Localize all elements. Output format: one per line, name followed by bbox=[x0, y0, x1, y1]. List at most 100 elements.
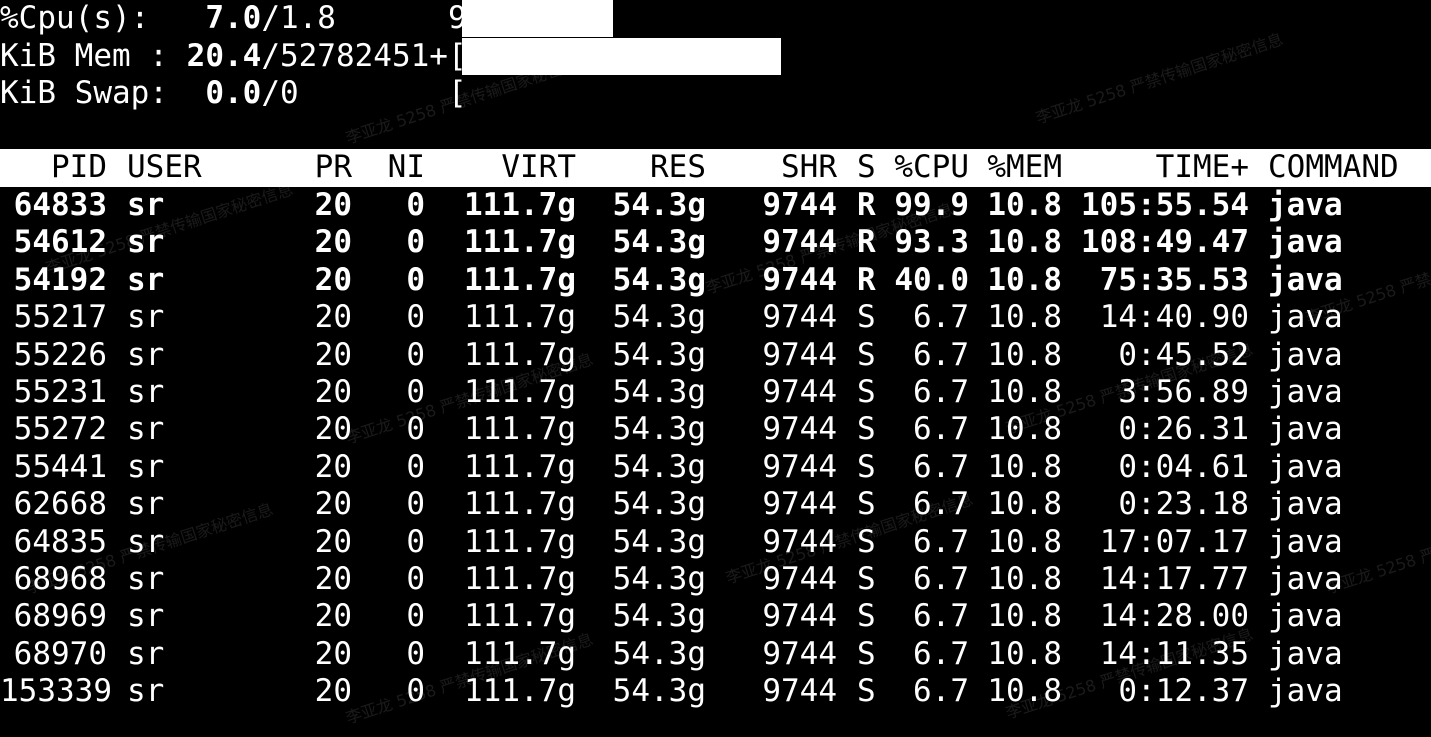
res-cell: 54.3g bbox=[612, 374, 706, 410]
user-cell: sr bbox=[127, 523, 165, 560]
cpu-cell: 6.7 bbox=[913, 635, 969, 672]
cpu-label: %Cpu(s): bbox=[0, 0, 150, 36]
mem-cell: 10.8 bbox=[987, 598, 1062, 635]
state-cell: S bbox=[857, 523, 876, 560]
res-cell: 54.3g bbox=[612, 635, 706, 672]
pid-cell: 153339 bbox=[0, 673, 112, 710]
process-row[interactable]: 54192 sr 20 0 111.7g 54.3g 9744 R 40.0 10.8 75:35.… bbox=[0, 262, 1431, 300]
col-command[interactable]: COMMAND bbox=[1268, 149, 1399, 187]
shr-cell: 9744 bbox=[762, 673, 837, 710]
ni-cell: 0 bbox=[406, 635, 425, 672]
swap-summary-line: KiB Swap: 0.0/0 [ bbox=[0, 75, 467, 113]
cpu-cell: 99.9 bbox=[894, 187, 969, 223]
process-row[interactable]: 64835 sr 20 0 111.7g 54.3g 9744 S 6.7 10.8 17:07.1… bbox=[0, 524, 1431, 562]
process-row[interactable]: 55217 sr 20 0 111.7g 54.3g 9744 S 6.7 10.8 14:40.9… bbox=[0, 299, 1431, 337]
pr-cell: 20 bbox=[314, 673, 352, 710]
process-row[interactable]: 55272 sr 20 0 111.7g 54.3g 9744 S 6.7 10.8 0:26.31… bbox=[0, 411, 1431, 449]
virt-cell: 111.7g bbox=[464, 224, 576, 261]
user-cell: sr bbox=[127, 561, 165, 597]
mem-cell: 10.8 bbox=[987, 673, 1062, 710]
res-cell: 54.3g bbox=[612, 561, 706, 597]
command-cell: java bbox=[1268, 187, 1343, 223]
col-pr[interactable]: PR bbox=[290, 149, 352, 187]
res-cell: 54.3g bbox=[612, 598, 706, 635]
col-time[interactable]: TIME+ bbox=[1075, 149, 1249, 187]
state-cell: S bbox=[857, 448, 876, 485]
command-cell: java bbox=[1268, 486, 1343, 523]
mem-cell: 10.8 bbox=[987, 561, 1062, 597]
mem-cell: 10.8 bbox=[987, 448, 1062, 485]
virt-cell: 111.7g bbox=[464, 486, 576, 523]
shr-cell: 9744 bbox=[762, 411, 837, 448]
pr-cell: 20 bbox=[314, 598, 352, 635]
virt-cell: 111.7g bbox=[464, 598, 576, 635]
res-cell: 54.3g bbox=[612, 299, 706, 336]
swap-used-value: 0.0 bbox=[205, 75, 262, 111]
col-virt[interactable]: VIRT bbox=[440, 149, 576, 187]
process-row[interactable]: 153339 sr 20 0 111.7g 54.3g 9744 S 6.7 10.8 0:12.3… bbox=[0, 673, 1431, 711]
process-row[interactable]: 55226 sr 20 0 111.7g 54.3g 9744 S 6.7 10.8 0:45.52… bbox=[0, 337, 1431, 375]
process-row[interactable]: 68969 sr 20 0 111.7g 54.3g 9744 S 6.7 10.8 14:28.0… bbox=[0, 598, 1431, 636]
col-ni[interactable]: NI bbox=[370, 149, 425, 187]
res-cell: 54.3g bbox=[612, 523, 706, 560]
ni-cell: 0 bbox=[406, 374, 425, 410]
state-cell: R bbox=[857, 224, 876, 261]
pid-cell: 55272 bbox=[13, 411, 107, 448]
pr-cell: 20 bbox=[314, 187, 352, 223]
pr-cell: 20 bbox=[314, 261, 352, 298]
mem-cell: 10.8 bbox=[987, 523, 1062, 560]
ni-cell: 0 bbox=[406, 561, 425, 597]
user-cell: sr bbox=[127, 448, 165, 485]
pid-cell: 68968 bbox=[13, 561, 107, 597]
col-cpu[interactable]: %CPU bbox=[885, 149, 969, 187]
command-cell: java bbox=[1268, 448, 1343, 485]
process-row[interactable]: 62668 sr 20 0 111.7g 54.3g 9744 S 6.7 10.8 0:23.18… bbox=[0, 486, 1431, 524]
col-pid[interactable]: PID bbox=[0, 149, 107, 187]
col-mem[interactable]: %MEM bbox=[980, 149, 1062, 187]
swap-bracket: [ bbox=[447, 75, 467, 111]
virt-cell: 111.7g bbox=[464, 411, 576, 448]
user-cell: sr bbox=[127, 224, 165, 261]
process-row[interactable]: 55441 sr 20 0 111.7g 54.3g 9744 S 6.7 10.8 0:04.61… bbox=[0, 449, 1431, 487]
virt-cell: 111.7g bbox=[464, 448, 576, 485]
state-cell: S bbox=[857, 561, 876, 597]
user-cell: sr bbox=[127, 336, 165, 373]
res-cell: 54.3g bbox=[612, 261, 706, 298]
time-cell: 17:07.17 bbox=[1099, 523, 1249, 560]
cpu-cell: 6.7 bbox=[913, 299, 969, 336]
process-row[interactable]: 54612 sr 20 0 111.7g 54.3g 9744 R 93.3 10.8 108:49… bbox=[0, 224, 1431, 262]
pid-cell: 68969 bbox=[13, 598, 107, 635]
process-row[interactable]: 64833 sr 20 0 111.7g 54.3g 9744 R 99.9 10.8 105:55… bbox=[0, 187, 1431, 225]
res-cell: 54.3g bbox=[612, 336, 706, 373]
state-cell: S bbox=[857, 635, 876, 672]
process-row[interactable]: 55231 sr 20 0 111.7g 54.3g 9744 S 6.7 10.8 3:56.89… bbox=[0, 374, 1431, 412]
swap-label: KiB Swap: bbox=[0, 75, 168, 111]
pid-cell: 54612 bbox=[13, 224, 107, 261]
ni-cell: 0 bbox=[406, 224, 425, 261]
swap-total-value: /0 bbox=[261, 75, 299, 111]
virt-cell: 111.7g bbox=[464, 336, 576, 373]
ni-cell: 0 bbox=[406, 486, 425, 523]
pid-cell: 64833 bbox=[13, 187, 107, 223]
time-cell: 0:12.37 bbox=[1118, 673, 1249, 710]
cpu-cell: 6.7 bbox=[913, 374, 969, 410]
col-shr[interactable]: SHR bbox=[720, 149, 837, 187]
process-row[interactable]: 68970 sr 20 0 111.7g 54.3g 9744 S 6.7 10.8 14:11.3… bbox=[0, 636, 1431, 674]
ni-cell: 0 bbox=[406, 261, 425, 298]
state-cell: R bbox=[857, 261, 876, 298]
col-state[interactable]: S bbox=[857, 149, 876, 187]
shr-cell: 9744 bbox=[762, 486, 837, 523]
shr-cell: 9744 bbox=[762, 187, 837, 223]
cpu-cell: 6.7 bbox=[913, 448, 969, 485]
pr-cell: 20 bbox=[314, 374, 352, 410]
cpu-cell: 6.7 bbox=[913, 486, 969, 523]
col-user[interactable]: USER bbox=[127, 149, 202, 187]
pr-cell: 20 bbox=[314, 336, 352, 373]
time-cell: 14:40.90 bbox=[1099, 299, 1249, 336]
state-cell: S bbox=[857, 411, 876, 448]
state-cell: S bbox=[857, 299, 876, 336]
pr-cell: 20 bbox=[314, 561, 352, 597]
process-table-header: PID USER PR NI VIRT RES SHR S %CPU %MEM … bbox=[0, 149, 1431, 187]
process-row[interactable]: 68968 sr 20 0 111.7g 54.3g 9744 S 6.7 10.8 14:17.7… bbox=[0, 561, 1431, 599]
col-res[interactable]: RES bbox=[590, 149, 706, 187]
